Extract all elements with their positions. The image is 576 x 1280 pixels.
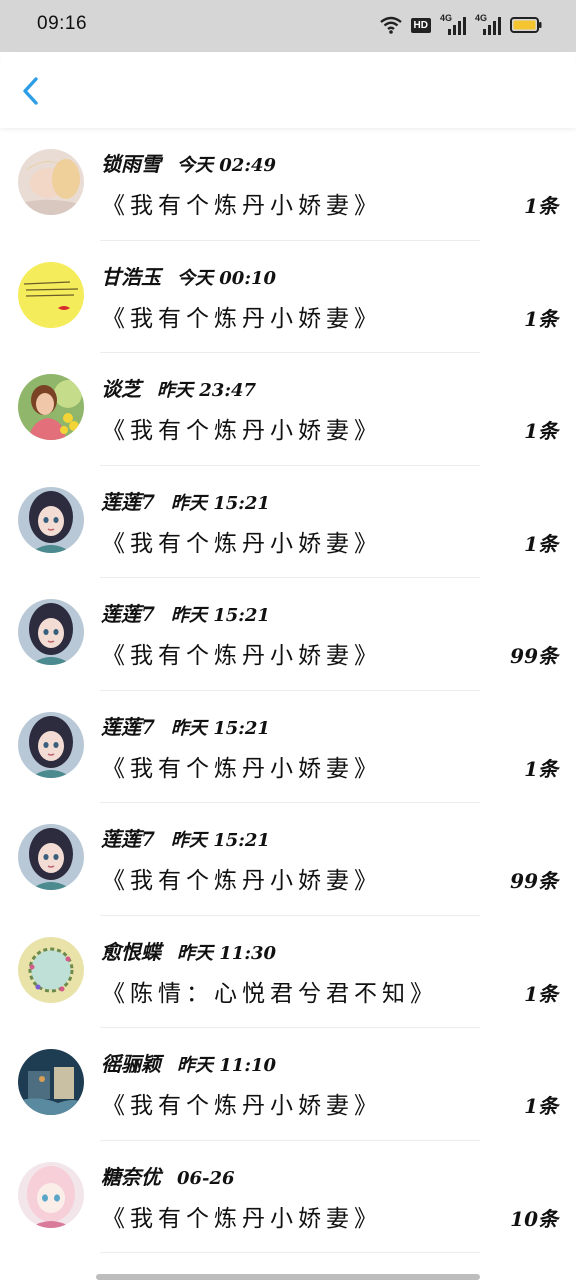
user-line: 莲莲7 昨天 15:21 bbox=[101, 598, 270, 627]
back-chevron-icon[interactable] bbox=[16, 74, 46, 108]
network-type-label: 4G bbox=[440, 13, 453, 23]
user-line: 愈恨蝶 昨天 11:30 bbox=[101, 936, 276, 965]
message-list: 锁雨雪 今天 02:49 《我有个炼丹小娇妻》 1条 甘浩玉 今天 00:10 《我… bbox=[0, 128, 576, 1280]
book-title: 《我有个炼丹小娇妻》 bbox=[102, 1093, 382, 1119]
girl-flowers-avatar bbox=[18, 374, 84, 440]
list-item[interactable]: 愈恨蝶 昨天 11:30 《陈情：心悦君兮君不知》 1条 bbox=[0, 916, 576, 1028]
list-item[interactable]: 莲莲7 昨天 15:21 《我有个炼丹小娇妻》 1条 bbox=[0, 691, 576, 803]
list-item[interactable]: 莲莲7 昨天 15:21 《我有个炼丹小娇妻》 99条 bbox=[0, 803, 576, 916]
user-name: 莲莲7 bbox=[101, 489, 155, 514]
user-line: 莲莲7 昨天 15:21 bbox=[101, 823, 270, 852]
status-bar: 09:16 HD 4G 4G bbox=[0, 0, 576, 52]
user-name: 谈芝 bbox=[101, 377, 141, 401]
message-count: 1条 bbox=[524, 194, 558, 218]
timestamp: 昨天 15:21 bbox=[170, 605, 270, 626]
book-title: 《我有个炼丹小娇妻》 bbox=[102, 1205, 382, 1232]
message-count: 1条 bbox=[524, 306, 558, 331]
yellow-note-avatar bbox=[18, 261, 84, 328]
timestamp: 昨天 15:21 bbox=[170, 492, 270, 514]
list-item[interactable]: 糖奈优 06-26 《我有个炼丹小娇妻》 10条 bbox=[0, 1141, 576, 1253]
blue-photo-avatar bbox=[18, 1049, 84, 1115]
anime-girl-avatar bbox=[18, 599, 84, 665]
book-title: 《我有个炼丹小娇妻》 bbox=[102, 530, 382, 557]
user-line: 糖奈优 06-26 bbox=[101, 1161, 235, 1190]
book-title: 《我有个炼丹小娇妻》 bbox=[102, 643, 382, 669]
message-count: 1条 bbox=[524, 419, 558, 443]
timestamp: 今天 00:10 bbox=[177, 267, 277, 289]
user-line: 莲莲7 昨天 15:21 bbox=[101, 711, 270, 740]
user-line: 徭骊颖 昨天 11:10 bbox=[101, 1048, 276, 1077]
signal-icon-2: 4G bbox=[475, 13, 501, 35]
anime-girl-avatar bbox=[18, 711, 84, 778]
status-icons: HD 4G 4G bbox=[379, 13, 542, 37]
user-name: 莲莲7 bbox=[101, 827, 155, 851]
anime-girl-avatar bbox=[18, 486, 84, 553]
message-count: 1条 bbox=[524, 756, 558, 781]
list-item[interactable]: 谈芝 昨天 23:47 《我有个炼丹小娇妻》 1条 bbox=[0, 353, 576, 466]
clock: 09:16 bbox=[37, 13, 88, 34]
wreath-avatar bbox=[18, 936, 84, 1003]
user-name: 莲莲7 bbox=[101, 602, 155, 626]
book-title: 《陈情：心悦君兮君不知》 bbox=[102, 980, 438, 1007]
book-title: 《我有个炼丹小娇妻》 bbox=[102, 193, 382, 219]
signal-icon: 4G bbox=[440, 13, 466, 35]
book-title: 《我有个炼丹小娇妻》 bbox=[102, 305, 382, 332]
anime-pink-avatar bbox=[18, 1161, 84, 1228]
list-item[interactable]: 甘浩玉 今天 00:10 《我有个炼丹小娇妻》 1条 bbox=[0, 241, 576, 353]
timestamp: 今天 02:49 bbox=[177, 155, 277, 176]
user-line: 甘浩玉 今天 00:10 bbox=[101, 261, 276, 290]
book-title: 《我有个炼丹小娇妻》 bbox=[102, 868, 382, 894]
book-title: 《我有个炼丹小娇妻》 bbox=[102, 755, 382, 782]
hd-badge: HD bbox=[410, 17, 431, 33]
list-item[interactable]: 莲莲7 昨天 15:21 《我有个炼丹小娇妻》 1条 bbox=[0, 466, 576, 578]
book-title: 《我有个炼丹小娇妻》 bbox=[102, 418, 382, 444]
timestamp: 昨天 15:21 bbox=[170, 717, 270, 739]
timestamp: 06-26 bbox=[177, 1167, 235, 1189]
user-name: 徭骊颖 bbox=[101, 1052, 161, 1076]
network-type-label-2: 4G bbox=[475, 13, 488, 23]
timestamp: 昨天 11:30 bbox=[177, 942, 277, 964]
list-item[interactable]: 徭骊颖 昨天 11:10 《我有个炼丹小娇妻》 1条 bbox=[0, 1028, 576, 1141]
message-count: 10条 bbox=[510, 1206, 558, 1231]
user-name: 莲莲7 bbox=[101, 714, 155, 739]
woman-lying-avatar bbox=[18, 149, 84, 215]
timestamp: 昨天 11:10 bbox=[177, 1055, 277, 1076]
anime-girl-avatar bbox=[18, 824, 84, 890]
message-count: 1条 bbox=[524, 1094, 558, 1118]
message-count: 1条 bbox=[524, 981, 558, 1006]
user-line: 锁雨雪 今天 02:49 bbox=[101, 148, 276, 177]
message-count: 99条 bbox=[510, 869, 558, 893]
list-item[interactable]: 莲莲7 昨天 15:21 《我有个炼丹小娇妻》 99条 bbox=[0, 578, 576, 691]
timestamp: 昨天 15:21 bbox=[170, 830, 270, 851]
wifi-icon bbox=[379, 16, 402, 34]
divider bbox=[100, 1252, 480, 1253]
scrollbar[interactable] bbox=[96, 1274, 480, 1280]
user-line: 莲莲7 昨天 15:21 bbox=[101, 486, 270, 515]
user-name: 甘浩玉 bbox=[101, 264, 161, 289]
battery-icon bbox=[510, 17, 542, 33]
nav-bar bbox=[0, 52, 576, 128]
user-name: 糖奈优 bbox=[101, 1164, 161, 1189]
list-item[interactable]: 锁雨雪 今天 02:49 《我有个炼丹小娇妻》 1条 bbox=[0, 128, 576, 241]
message-count: 1条 bbox=[524, 531, 558, 556]
timestamp: 昨天 23:47 bbox=[157, 380, 257, 401]
user-name: 锁雨雪 bbox=[101, 152, 161, 176]
message-count: 99条 bbox=[510, 644, 558, 668]
user-line: 谈芝 昨天 23:47 bbox=[101, 373, 256, 402]
user-name: 愈恨蝶 bbox=[101, 939, 161, 964]
